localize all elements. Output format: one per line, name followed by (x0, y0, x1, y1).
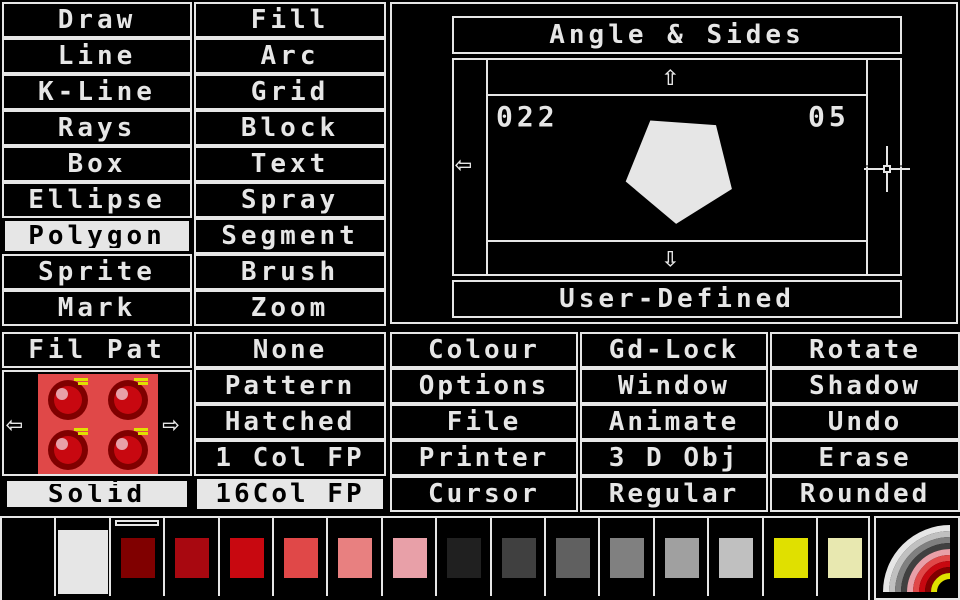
colour-swatch[interactable] (338, 538, 372, 578)
sides-value: 05 (808, 100, 850, 133)
tool-grid[interactable]: Grid (194, 74, 386, 110)
option-gd-lock[interactable]: Gd-Lock (580, 332, 768, 368)
fill-option-none[interactable]: None (194, 332, 386, 368)
tool-box[interactable]: Box (2, 146, 192, 182)
option-undo[interactable]: Undo (770, 404, 960, 440)
tool-segment[interactable]: Segment (194, 218, 386, 254)
colour-swatch[interactable] (230, 538, 264, 578)
option-options[interactable]: Options (390, 368, 578, 404)
tool-mark[interactable]: Mark (2, 290, 192, 326)
option-shadow[interactable]: Shadow (770, 368, 960, 404)
colour-swatch[interactable] (774, 538, 808, 578)
fill-pattern-title: Fil Pat (2, 332, 192, 368)
option-window[interactable]: Window (580, 368, 768, 404)
tool-arc[interactable]: Arc (194, 38, 386, 74)
option-3-d-obj[interactable]: 3 D Obj (580, 440, 768, 476)
tool-brush[interactable]: Brush (194, 254, 386, 290)
colour-swatch[interactable] (610, 538, 644, 578)
colour-swatch[interactable] (447, 538, 481, 578)
fill-option-16col-fp[interactable]: 16Col FP (194, 476, 386, 512)
option-colour[interactable]: Colour (390, 332, 578, 368)
tool-text[interactable]: Text (194, 146, 386, 182)
palette-cell[interactable] (381, 518, 435, 596)
palette-cell[interactable] (707, 518, 761, 596)
tool-line[interactable]: Line (2, 38, 192, 74)
colour-swatch[interactable] (393, 538, 427, 578)
palette-cell[interactable] (272, 518, 326, 596)
palette-cell[interactable] (598, 518, 652, 596)
option-cursor[interactable]: Cursor (390, 476, 578, 512)
tool-k-line[interactable]: K-Line (2, 74, 192, 110)
tool-draw[interactable]: Draw (2, 2, 192, 38)
decrease-angle-down-arrow-icon[interactable]: ⇩ (662, 244, 679, 272)
colour-swatch[interactable] (556, 538, 590, 578)
option-file[interactable]: File (390, 404, 578, 440)
option-animate[interactable]: Animate (580, 404, 768, 440)
colour-swatch[interactable] (828, 538, 862, 578)
colour-swatch[interactable] (284, 538, 318, 578)
fill-option-1-col-fp[interactable]: 1 Col FP (194, 440, 386, 476)
option-rotate[interactable]: Rotate (770, 332, 960, 368)
colour-swatch[interactable] (121, 538, 155, 578)
panel-title: Angle & Sides (452, 16, 902, 54)
palette-cell[interactable] (109, 518, 163, 596)
palette-cell[interactable] (218, 518, 272, 596)
colour-swatch[interactable] (58, 530, 108, 594)
tool-polygon[interactable]: Polygon (2, 218, 192, 254)
tool-block[interactable]: Block (194, 110, 386, 146)
colour-swatch[interactable] (2, 530, 52, 594)
palette-cell[interactable] (490, 518, 544, 596)
palette-cell[interactable] (544, 518, 598, 596)
fill-option-hatched[interactable]: Hatched (194, 404, 386, 440)
rainbow-colour-icon (883, 525, 951, 593)
palette-cell[interactable] (653, 518, 707, 596)
tool-sprite[interactable]: Sprite (2, 254, 192, 290)
angle-value: 022 (496, 100, 559, 133)
colour-swatch[interactable] (175, 538, 209, 578)
palette-cell[interactable] (435, 518, 489, 596)
option-regular[interactable]: Regular (580, 476, 768, 512)
option-printer[interactable]: Printer (390, 440, 578, 476)
solid-fill-button[interactable]: Solid (4, 478, 190, 510)
palette-cell[interactable] (762, 518, 816, 596)
colour-swatch[interactable] (665, 538, 699, 578)
palette-cell[interactable] (326, 518, 380, 596)
fill-option-pattern[interactable]: Pattern (194, 368, 386, 404)
palette-cell[interactable] (0, 518, 54, 596)
tool-ellipse[interactable]: Ellipse (2, 182, 192, 218)
increase-angle-up-arrow-icon[interactable]: ⇧ (662, 62, 679, 90)
decrease-sides-left-arrow-icon[interactable]: ⇦ (455, 150, 472, 178)
option-erase[interactable]: Erase (770, 440, 960, 476)
colour-swatch[interactable] (502, 538, 536, 578)
palette-cell[interactable] (54, 518, 108, 596)
option-rounded[interactable]: Rounded (770, 476, 960, 512)
tool-zoom[interactable]: Zoom (194, 290, 386, 326)
fill-pattern-preview (38, 374, 158, 474)
tool-spray[interactable]: Spray (194, 182, 386, 218)
tool-fill[interactable]: Fill (194, 2, 386, 38)
palette-cell[interactable] (163, 518, 217, 596)
tool-rays[interactable]: Rays (2, 110, 192, 146)
palette-cell[interactable] (816, 518, 870, 596)
polygon-preview-shape (625, 120, 732, 224)
crosshair-cursor-icon (864, 146, 910, 192)
next-pattern-arrow-icon[interactable]: ⇨ (162, 410, 179, 438)
previous-pattern-arrow-icon[interactable]: ⇦ (6, 410, 23, 438)
colour-swatch[interactable] (719, 538, 753, 578)
user-defined-button[interactable]: User-Defined (452, 280, 902, 318)
selected-colour-marker (115, 520, 159, 526)
